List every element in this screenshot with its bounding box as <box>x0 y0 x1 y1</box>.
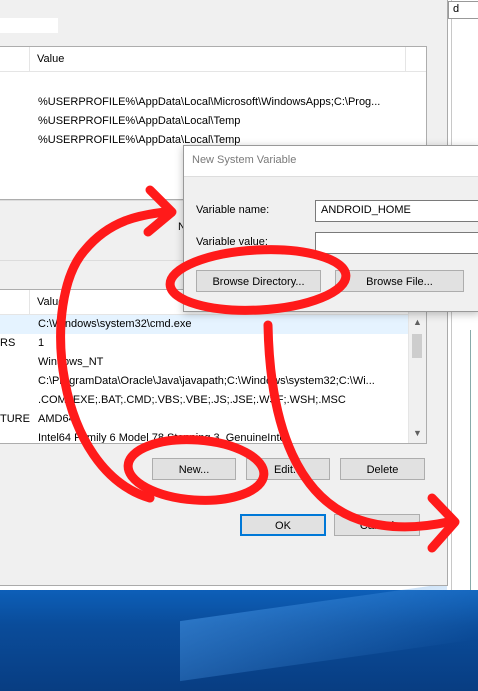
scroll-down-icon[interactable]: ▼ <box>413 428 422 438</box>
cancel-button[interactable]: Cancel <box>334 514 420 536</box>
list-header: Value <box>0 47 426 72</box>
table-row[interactable]: C:\ProgramData\Oracle\Java\javapath;C:\W… <box>0 372 426 391</box>
cell-value: %USERPROFILE%\AppData\Local\Microsoft\Wi… <box>38 96 381 108</box>
title-area <box>0 18 58 33</box>
cell-value: C:\Windows\system32\cmd.exe <box>38 318 192 330</box>
cell-name: RS <box>0 337 16 349</box>
column-header-value[interactable]: Value <box>37 53 64 65</box>
variable-name-input[interactable]: ANDROID_HOME <box>315 200 478 222</box>
scroll-up-icon[interactable]: ▲ <box>413 317 422 327</box>
table-row-selected[interactable]: C:\Windows\system32\cmd.exe <box>0 315 426 334</box>
variable-value-input[interactable] <box>315 232 478 254</box>
cell-value: Intel64 Family 6 Model 78 Stepping 3, Ge… <box>38 432 289 444</box>
variable-value-label: Variable value: <box>196 236 268 248</box>
cell-value: %USERPROFILE%\AppData\Local\Temp <box>38 115 241 127</box>
vertical-scrollbar[interactable]: ▲ ▼ <box>408 290 426 443</box>
table-row[interactable]: %USERPROFILE%\AppData\Local\Microsoft\Wi… <box>0 93 426 112</box>
variable-name-label: Variable name: <box>196 204 270 216</box>
scroll-thumb[interactable] <box>412 334 422 358</box>
cell-value: .COM;.EXE;.BAT;.CMD;.VBS;.VBE;.JS;.JSE;.… <box>38 394 346 406</box>
new-system-variable-dialog: New System Variable Variable name: ANDRO… <box>183 145 478 312</box>
table-row[interactable]: Intel64 Family 6 Model 78 Stepping 3, Ge… <box>0 429 426 444</box>
table-row[interactable]: RS 1 <box>0 334 426 353</box>
cell-value: AMD64 <box>38 413 75 425</box>
system-variables-list[interactable]: Value C:\Windows\system32\cmd.exe RS 1 W… <box>0 289 427 444</box>
cell-value: Windows_NT <box>38 356 104 368</box>
new-button[interactable]: New... <box>152 458 236 480</box>
edit-button[interactable]: Edit... <box>246 458 330 480</box>
cell-value: C:\ProgramData\Oracle\Java\javapath;C:\W… <box>38 375 375 387</box>
ok-button[interactable]: OK <box>240 514 326 536</box>
cell-value: 1 <box>38 337 45 349</box>
column-header-value[interactable]: Value <box>37 296 64 308</box>
dialog-title-bar: New System Variable <box>184 146 478 177</box>
table-row[interactable]: Windows_NT <box>0 353 426 372</box>
delete-button[interactable]: Delete <box>340 458 425 480</box>
dialog-title: New System Variable <box>192 154 297 166</box>
table-row[interactable]: %USERPROFILE%\AppData\Local\Temp <box>0 112 426 131</box>
browse-file-button[interactable]: Browse File... <box>335 270 464 292</box>
table-row[interactable]: .COM;.EXE;.BAT;.CMD;.VBS;.VBE;.JS;.JSE;.… <box>0 391 426 410</box>
background-window-edge <box>470 330 478 590</box>
cell-name: TURE <box>0 413 30 425</box>
browse-directory-button[interactable]: Browse Directory... <box>196 270 321 292</box>
background-field: d <box>448 1 478 19</box>
table-row[interactable]: TURE AMD64 <box>0 410 426 429</box>
